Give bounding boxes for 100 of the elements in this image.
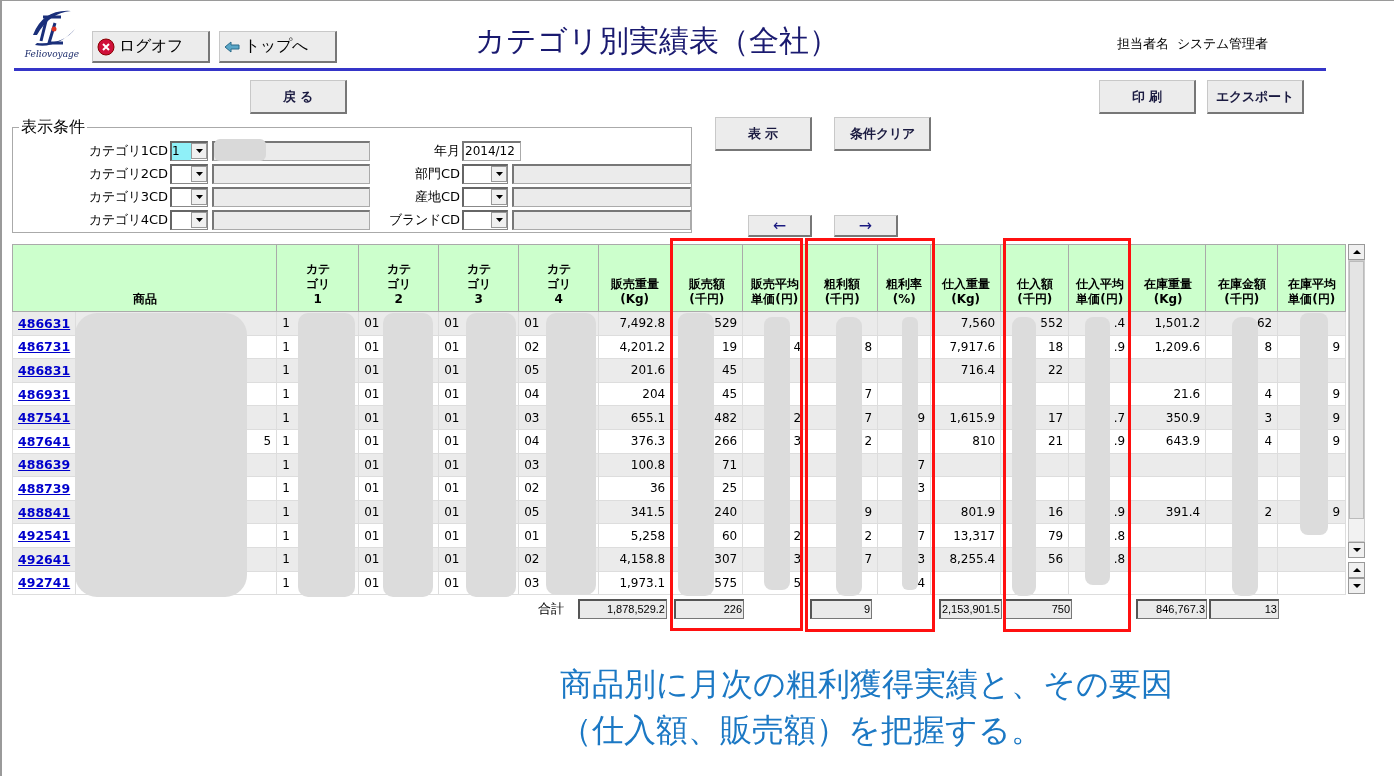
total-field: 750	[1003, 598, 1072, 619]
table-cell: 4,201.2	[619, 339, 666, 354]
table-cell: 01	[524, 316, 540, 331]
table-cell: 716.4	[960, 363, 996, 378]
table-cell: 45	[721, 387, 738, 402]
dropdown-button[interactable]	[191, 143, 207, 159]
table-cell: 8	[864, 339, 873, 354]
table-cell: 01	[444, 316, 460, 331]
column-header: 商品	[132, 292, 157, 306]
table-cell: 8,255.4	[949, 552, 996, 567]
print-button[interactable]: 印 刷	[1099, 80, 1196, 114]
table-cell: 801.9	[960, 505, 996, 520]
table-cell: 01	[444, 410, 460, 425]
dropdown-button[interactable]	[491, 166, 507, 182]
table-cell: 71	[721, 457, 738, 472]
code-combo-box[interactable]: 1	[170, 141, 208, 161]
code-combo-box[interactable]	[462, 164, 508, 184]
next-button[interactable]: →	[834, 215, 898, 237]
name-field[interactable]	[512, 164, 691, 184]
clear-button[interactable]: 条件クリア	[834, 117, 931, 151]
table-cell: 01	[444, 575, 460, 590]
name-field[interactable]	[212, 164, 370, 184]
table-cell: .9	[1113, 339, 1126, 354]
caret-up-icon	[1352, 568, 1361, 572]
table-cell: 4	[1264, 387, 1273, 402]
column-header: 粗利額 (千円)	[824, 277, 861, 306]
table-cell: 341.5	[630, 505, 666, 520]
previous-button[interactable]: ←	[748, 215, 812, 237]
scroll-down-button[interactable]	[1348, 542, 1366, 558]
column-header: 仕入額 (千円)	[1016, 277, 1053, 306]
table-cell: 1,973.1	[619, 575, 666, 590]
dropdown-button[interactable]	[191, 166, 207, 182]
table-cell: 60	[721, 528, 738, 543]
name-field[interactable]	[212, 187, 370, 207]
table-cell: 01	[364, 339, 380, 354]
dropdown-button[interactable]	[491, 212, 507, 228]
table-cell: 62	[1256, 316, 1273, 331]
table-cell: 7	[917, 528, 926, 543]
caret-down-icon	[195, 172, 203, 176]
page-title: カテゴリ別実績表（全社）	[475, 22, 839, 60]
table-cell: 391.4	[1165, 505, 1201, 520]
table-cell: 01	[364, 457, 380, 472]
dropdown-button[interactable]	[191, 212, 207, 228]
dropdown-button[interactable]	[191, 189, 207, 205]
scroll-down-button[interactable]	[1348, 578, 1366, 594]
show-button[interactable]: 表 示	[715, 117, 812, 151]
table-cell: 01	[364, 481, 380, 496]
table-cell: 36	[649, 481, 666, 496]
scrollbar-thumb[interactable]	[1349, 261, 1365, 519]
export-button[interactable]: エクスポート	[1207, 80, 1304, 114]
table-cell: .9	[1113, 505, 1126, 520]
name-field[interactable]	[512, 210, 691, 230]
table-cell: 13,317	[953, 528, 996, 543]
name-field[interactable]	[212, 141, 370, 161]
table-cell: 17	[1047, 410, 1064, 425]
table-cell: 19	[721, 339, 738, 354]
code-combo-box[interactable]	[170, 210, 208, 230]
column-header: 粗利率 (%)	[886, 277, 923, 306]
table-cell: 16	[1047, 505, 1064, 520]
table-cell: 01	[444, 528, 460, 543]
table-cell: 01	[444, 552, 460, 567]
table-cell: 529	[714, 316, 738, 331]
table-cell: 350.9	[1165, 410, 1201, 425]
table-cell: 21.6	[1173, 387, 1201, 402]
code-combo-box[interactable]	[170, 187, 208, 207]
table-cell: 2	[1264, 505, 1273, 520]
table-cell: .4	[1113, 316, 1126, 331]
table-cell: 01	[444, 363, 460, 378]
logoff-button[interactable]: ログオフ	[92, 31, 210, 63]
table-cell: 4	[917, 575, 926, 590]
table-cell: 05	[524, 505, 540, 520]
code-combo-box[interactable]	[462, 187, 508, 207]
table-cell: 01	[444, 339, 460, 354]
back-button[interactable]: 戻 る	[250, 80, 347, 114]
table-cell: 655.1	[630, 410, 666, 425]
table-cell: 01	[364, 363, 380, 378]
caret-up-icon	[1352, 250, 1361, 254]
scroll-up-button[interactable]	[1348, 244, 1366, 260]
table-cell: 1	[282, 552, 290, 567]
name-field[interactable]	[212, 210, 370, 230]
dropdown-button[interactable]	[491, 189, 507, 205]
year-month-field[interactable]: 2014/12	[462, 141, 521, 161]
table-cell: .8	[1113, 552, 1126, 567]
table-cell: 4,158.8	[619, 552, 666, 567]
table-cell: 1	[282, 434, 290, 449]
table-cell: 266	[714, 434, 738, 449]
table-cell: 2	[793, 410, 802, 425]
top-page-button[interactable]: トップへ	[219, 31, 337, 63]
table-cell: 9	[1332, 505, 1341, 520]
table-cell: 643.9	[1165, 434, 1201, 449]
scroll-up-button[interactable]	[1348, 562, 1366, 578]
table-cell: 03	[524, 457, 540, 472]
caret-down-icon	[195, 195, 203, 199]
table-cell: 3	[1264, 410, 1273, 425]
code-combo-box[interactable]	[170, 164, 208, 184]
code-combo-box[interactable]	[462, 210, 508, 230]
table-cell: 02	[524, 481, 540, 496]
table-cell: 1,209.6	[1154, 339, 1201, 354]
name-field[interactable]	[512, 187, 691, 207]
table-cell: 5,258	[630, 528, 666, 543]
